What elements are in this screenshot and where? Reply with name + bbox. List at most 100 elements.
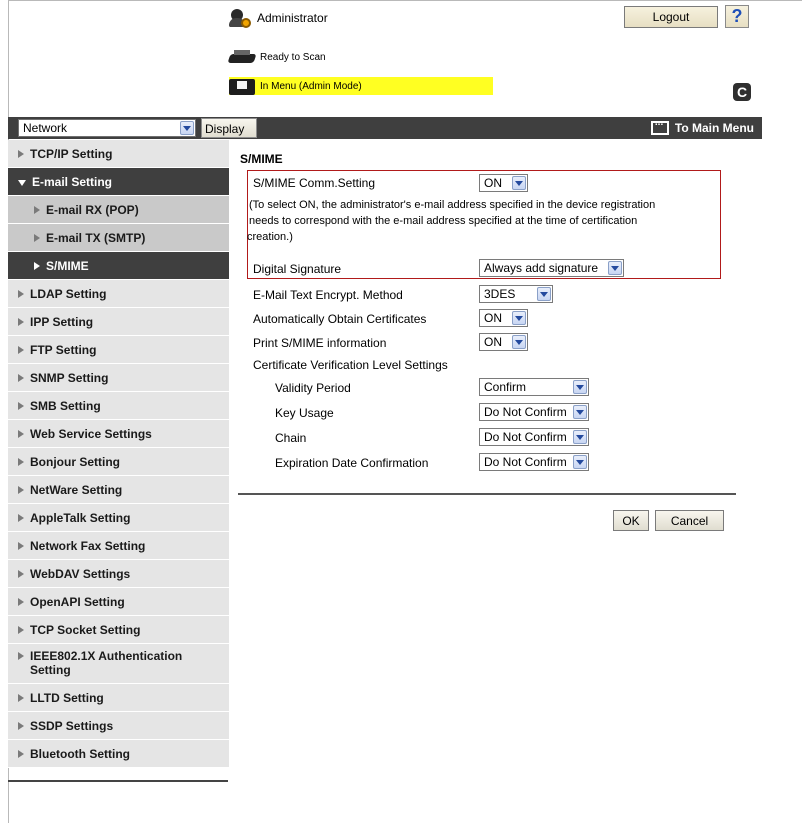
arrow-right-icon — [18, 345, 24, 354]
category-select[interactable]: Network — [18, 119, 196, 137]
sidebar-item-label: Bluetooth Setting — [30, 746, 130, 761]
arrow-right-icon — [18, 429, 24, 438]
sidebar-item-lltd[interactable]: LLTD Setting — [8, 684, 229, 712]
arrow-right-icon — [18, 401, 24, 410]
page-title: S/MIME — [240, 152, 283, 166]
select-value: Always add signature — [484, 261, 599, 275]
help-icon[interactable]: ? — [725, 5, 749, 28]
arrow-right-icon — [34, 261, 40, 270]
sidebar-item-openapi[interactable]: OpenAPI Setting — [8, 588, 229, 616]
cert-verification-heading: Certificate Verification Level Settings — [253, 358, 448, 372]
sidebar-item-webdav[interactable]: WebDAV Settings — [8, 560, 229, 588]
sidebar-item-network-fax[interactable]: Network Fax Setting — [8, 532, 229, 560]
to-main-menu-link[interactable]: To Main Menu — [650, 117, 754, 137]
smime-comm-setting-select[interactable]: ON — [479, 174, 528, 192]
expiration-date-label: Expiration Date Confirmation — [275, 456, 429, 470]
select-value: ON — [484, 335, 502, 349]
sidebar-item-label: E-mail Setting — [32, 174, 113, 189]
sidebar-item-bonjour[interactable]: Bonjour Setting — [8, 448, 229, 476]
digital-signature-label: Digital Signature — [253, 262, 342, 276]
form-divider — [238, 493, 736, 495]
admin-header: Administrator — [229, 8, 328, 28]
sidebar-item-smb[interactable]: SMB Setting — [8, 392, 229, 420]
select-value: ON — [484, 311, 502, 325]
sidebar-item-tcp-socket[interactable]: TCP Socket Setting — [8, 616, 229, 644]
sidebar-item-label: SNMP Setting — [30, 370, 109, 385]
sidebar-item-smime[interactable]: S/MIME — [8, 252, 229, 280]
sidebar-item-ldap[interactable]: LDAP Setting — [8, 280, 229, 308]
arrow-right-icon — [34, 205, 40, 214]
select-value: Do Not Confirm — [484, 455, 567, 469]
sidebar-item-label: IPP Setting — [30, 314, 94, 329]
arrow-right-icon — [18, 373, 24, 382]
sidebar-item-netware[interactable]: NetWare Setting — [8, 476, 229, 504]
sidebar-item-tcpip[interactable]: TCP/IP Setting — [8, 140, 229, 168]
status-ready-to-scan: Ready to Scan — [227, 48, 489, 66]
sidebar: TCP/IP Setting E-mail Setting E-mail RX … — [8, 140, 229, 768]
arrow-right-icon — [18, 149, 24, 158]
device-icon — [229, 77, 255, 95]
validity-period-select[interactable]: Confirm — [479, 378, 589, 396]
smime-note-line-1: (To select ON, the administrator's e-mai… — [249, 199, 656, 211]
sidebar-item-ipp[interactable]: IPP Setting — [8, 308, 229, 336]
sidebar-item-ftp[interactable]: FTP Setting — [8, 336, 229, 364]
arrow-right-icon — [18, 625, 24, 634]
sidebar-item-appletalk[interactable]: AppleTalk Setting — [8, 504, 229, 532]
expiration-date-select[interactable]: Do Not Confirm — [479, 453, 589, 471]
arrow-down-icon — [18, 179, 26, 186]
sidebar-item-email-setting[interactable]: E-mail Setting — [8, 168, 229, 196]
encrypt-method-select[interactable]: 3DES — [479, 285, 553, 303]
validity-period-label: Validity Period — [275, 381, 351, 395]
sidebar-item-label: NetWare Setting — [30, 482, 123, 497]
key-usage-select[interactable]: Do Not Confirm — [479, 403, 589, 421]
display-button[interactable]: Display — [201, 118, 257, 138]
sidebar-item-email-rx[interactable]: E-mail RX (POP) — [8, 196, 229, 224]
sidebar-item-label: AppleTalk Setting — [30, 510, 131, 525]
refresh-icon[interactable]: C — [733, 83, 751, 101]
smime-note-line-3: creation.) — [247, 231, 293, 243]
sidebar-item-label: SSDP Settings — [30, 718, 114, 733]
arrow-right-icon — [18, 513, 24, 522]
arrow-right-icon — [18, 721, 24, 730]
main-menu-icon — [650, 117, 669, 135]
chevron-down-icon — [537, 287, 551, 301]
chevron-down-icon — [573, 430, 587, 444]
chevron-down-icon — [608, 261, 622, 275]
chain-select[interactable]: Do Not Confirm — [479, 428, 589, 446]
select-value: ON — [484, 176, 502, 190]
select-value: Do Not Confirm — [484, 405, 567, 419]
encrypt-method-label: E-Mail Text Encrypt. Method — [253, 288, 403, 302]
auto-obtain-cert-select[interactable]: ON — [479, 309, 528, 327]
status-scan-text: Ready to Scan — [260, 51, 326, 63]
arrow-right-icon — [18, 749, 24, 758]
chevron-down-icon — [180, 121, 194, 135]
arrow-right-icon — [18, 317, 24, 326]
cancel-button[interactable]: Cancel — [655, 510, 724, 531]
chevron-down-icon — [573, 455, 587, 469]
select-value: Do Not Confirm — [484, 430, 567, 444]
sidebar-item-ieee8021x[interactable]: IEEE802.1X Authentication Setting — [8, 644, 229, 684]
ok-button[interactable]: OK — [613, 510, 649, 531]
sidebar-item-snmp[interactable]: SNMP Setting — [8, 364, 229, 392]
to-main-menu-label: To Main Menu — [674, 121, 754, 135]
sidebar-item-web-service[interactable]: Web Service Settings — [8, 420, 229, 448]
status-in-menu: In Menu (Admin Mode) — [229, 77, 493, 95]
sidebar-item-ssdp[interactable]: SSDP Settings — [8, 712, 229, 740]
sidebar-item-label: TCP/IP Setting — [30, 146, 113, 161]
key-usage-label: Key Usage — [275, 406, 334, 420]
sidebar-divider — [8, 780, 228, 782]
digital-signature-select[interactable]: Always add signature — [479, 259, 624, 277]
status-menu-text: In Menu (Admin Mode) — [260, 80, 362, 92]
sidebar-item-bluetooth[interactable]: Bluetooth Setting — [8, 740, 229, 768]
auto-obtain-cert-label: Automatically Obtain Certificates — [253, 312, 427, 326]
print-smime-info-select[interactable]: ON — [479, 333, 528, 351]
sidebar-item-email-tx[interactable]: E-mail TX (SMTP) — [8, 224, 229, 252]
sidebar-item-label: LDAP Setting — [30, 286, 107, 301]
sidebar-item-label: LLTD Setting — [30, 690, 104, 705]
sidebar-item-label: FTP Setting — [30, 342, 97, 357]
chevron-down-icon — [512, 176, 526, 190]
logout-button[interactable]: Logout — [624, 6, 718, 28]
arrow-right-icon — [18, 652, 24, 660]
print-smime-info-label: Print S/MIME information — [253, 336, 387, 350]
smime-note-line-2: needs to correspond with the e-mail addr… — [249, 215, 638, 227]
